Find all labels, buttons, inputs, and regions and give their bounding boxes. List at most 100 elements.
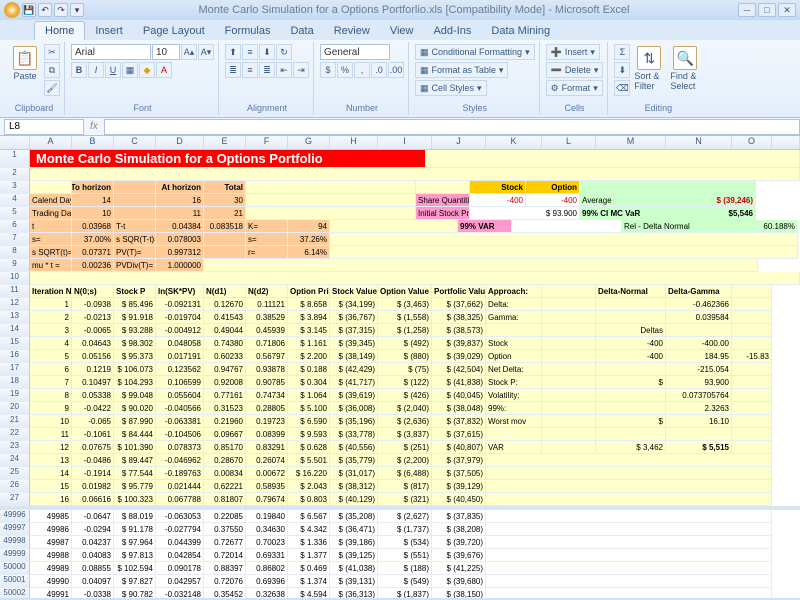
cell[interactable]: $ (1,258) [378, 324, 432, 337]
cell[interactable]: T-t [114, 220, 156, 233]
format-painter-icon[interactable]: 🖌 [44, 80, 60, 96]
cell[interactable]: $ 106.073 [114, 363, 156, 376]
fill-color-button[interactable]: ◆ [139, 62, 155, 78]
cell[interactable]: -400.00 [666, 337, 732, 350]
cell[interactable]: $ (36,008) [330, 402, 378, 415]
cell[interactable] [114, 207, 156, 220]
cell[interactable]: $ (37,662) [432, 298, 486, 311]
cell[interactable]: 0.56797 [246, 350, 288, 363]
cell[interactable]: $ (188) [378, 562, 432, 575]
row-header[interactable]: 10 [0, 272, 30, 285]
cell[interactable]: 0.41543 [204, 311, 246, 324]
cell[interactable]: $ 16.220 [288, 467, 330, 480]
cell[interactable]: $5,546 [668, 207, 756, 220]
align-right-icon[interactable]: ≣ [259, 62, 275, 78]
cell[interactable] [732, 298, 772, 311]
cell[interactable]: -0.063381 [156, 415, 204, 428]
cell[interactable] [732, 441, 772, 454]
currency-icon[interactable]: $ [320, 62, 336, 78]
fill-icon[interactable]: ⬇ [614, 62, 630, 78]
tab-page-layout[interactable]: Page Layout [133, 22, 215, 40]
cell[interactable]: 6.14% [288, 246, 330, 259]
cell[interactable]: $ (38,149) [330, 350, 378, 363]
row-header[interactable]: 49999 [0, 549, 30, 562]
row-header[interactable]: 50002 [0, 588, 30, 598]
cell[interactable]: $ (39,186) [330, 536, 378, 549]
cell[interactable]: $ (38,048) [432, 402, 486, 415]
cell[interactable]: 60.188% [710, 220, 798, 233]
row-header[interactable]: 5 [0, 207, 30, 220]
col-header[interactable]: A [30, 136, 72, 149]
cell[interactable] [30, 181, 72, 194]
cell[interactable]: $ (251) [378, 441, 432, 454]
cell[interactable]: 10 [72, 207, 114, 220]
cell[interactable]: s= [30, 233, 72, 246]
row-header[interactable]: 11 [0, 285, 30, 298]
cell[interactable]: -0.0647 [72, 510, 114, 523]
cell[interactable]: s SQRT(t)= [30, 246, 72, 259]
cell[interactable]: 0.38529 [246, 311, 288, 324]
cell[interactable]: At horizon [156, 181, 204, 194]
cell[interactable]: $ 102.594 [114, 562, 156, 575]
sort-filter-button[interactable]: ⇅Sort & Filter [632, 44, 666, 93]
cell[interactable]: $ (36,471) [330, 523, 378, 536]
cell[interactable]: $ (1,737) [378, 523, 432, 536]
cell[interactable]: 0.00834 [204, 467, 246, 480]
format-as-table-button[interactable]: ▦Format as Table ▾ [415, 62, 508, 78]
cell[interactable]: $ (41,038) [330, 562, 378, 575]
cell[interactable]: $ 9.593 [288, 428, 330, 441]
cell[interactable] [204, 246, 246, 259]
cell[interactable] [596, 298, 666, 311]
cell[interactable]: -0.032148 [156, 588, 204, 598]
cell[interactable]: 11 [156, 207, 204, 220]
cell[interactable]: -0.0065 [72, 324, 114, 337]
percent-icon[interactable]: % [337, 62, 353, 78]
cell[interactable]: 9 [30, 402, 72, 415]
cell[interactable] [330, 246, 798, 259]
cell[interactable] [666, 324, 732, 337]
row-header[interactable]: 50000 [0, 562, 30, 575]
cell[interactable]: Delta-Gamma [666, 285, 732, 298]
cell[interactable]: ln(SK*PV) [156, 285, 204, 298]
cell[interactable]: Volatility: [486, 389, 542, 402]
cell[interactable]: 0.69396 [246, 575, 288, 588]
cell[interactable]: 0.71806 [246, 337, 288, 350]
cell[interactable]: $ (36,313) [330, 588, 378, 598]
cell[interactable]: $ 6.590 [288, 415, 330, 428]
cell[interactable]: Deltas [596, 324, 666, 337]
cell[interactable]: $ (41,838) [432, 376, 486, 389]
cell[interactable] [114, 181, 156, 194]
cell[interactable]: -0.019704 [156, 311, 204, 324]
cell[interactable] [732, 376, 772, 389]
cell[interactable]: $ (39,125) [330, 549, 378, 562]
cell[interactable]: Option Price [288, 285, 330, 298]
cell[interactable]: $ (34,199) [330, 298, 378, 311]
cell[interactable] [486, 549, 772, 562]
cell[interactable] [486, 588, 772, 598]
cell[interactable]: 0.00672 [246, 467, 288, 480]
cell[interactable] [486, 467, 772, 480]
cell[interactable]: -0.063053 [156, 510, 204, 523]
increase-decimal-icon[interactable]: .0 [371, 62, 387, 78]
cell[interactable]: Gamma: [486, 311, 542, 324]
row-header[interactable]: 49996 [0, 510, 30, 523]
cell[interactable]: $ (122) [378, 376, 432, 389]
row-header[interactable]: 2 [0, 168, 30, 181]
row-header[interactable]: 50001 [0, 575, 30, 588]
cell[interactable]: 0.93878 [246, 363, 288, 376]
cell[interactable]: $ (39,619) [330, 389, 378, 402]
decrease-decimal-icon[interactable]: .00 [388, 62, 404, 78]
row-header[interactable]: 49998 [0, 536, 30, 549]
cell[interactable]: $ (37,979) [432, 454, 486, 467]
cell[interactable]: 0.00236 [72, 259, 114, 272]
row-header[interactable]: 20 [0, 402, 30, 415]
cell[interactable]: $ (3,463) [378, 298, 432, 311]
office-button[interactable] [4, 2, 20, 18]
cell[interactable] [732, 415, 772, 428]
cell[interactable]: Calend Days [30, 194, 72, 207]
row-header[interactable]: 17 [0, 363, 30, 376]
cell[interactable]: 0.06616 [72, 493, 114, 506]
cell[interactable]: 93.900 [666, 376, 732, 389]
cell[interactable]: -0.065 [72, 415, 114, 428]
row-header[interactable]: 15 [0, 337, 30, 350]
